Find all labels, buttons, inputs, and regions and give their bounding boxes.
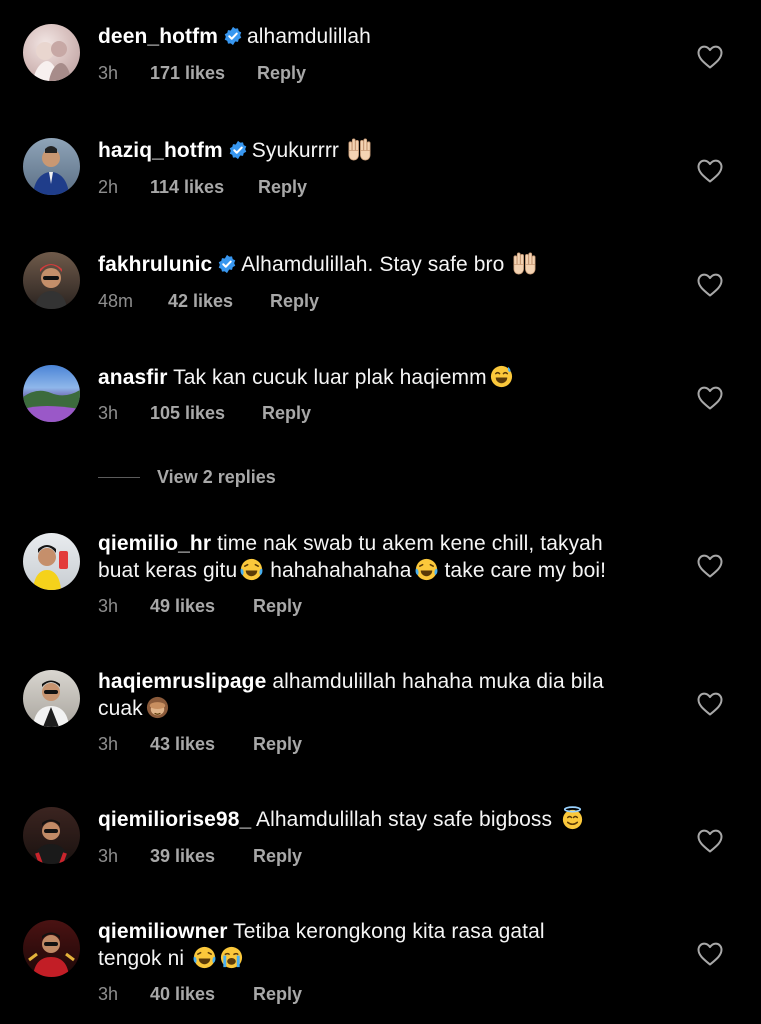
heart-outline-icon[interactable]	[697, 829, 723, 853]
comment-body: Alhamdulillah. Stay safe bro	[241, 253, 505, 276]
reply-button[interactable]: Reply	[253, 594, 302, 618]
comment-body: Tetiba kerongkong kita rasa gatal	[233, 920, 545, 943]
tears-of-joy-icon	[414, 557, 439, 582]
username[interactable]: qiemiliowner	[98, 920, 228, 943]
heart-outline-icon[interactable]	[697, 273, 723, 297]
comment-text: fakhrulunic Alhamdulillah. Stay safe bro	[98, 251, 668, 278]
comment-text: haqiemruslipage alhamdulillah hahaha muk…	[98, 668, 668, 722]
likes-count[interactable]: 171 likes	[150, 61, 225, 85]
timestamp: 3h	[98, 984, 119, 1004]
comment-body: alhamdulillah hahaha muka dia bila	[272, 670, 604, 693]
timestamp: 3h	[98, 846, 119, 866]
username[interactable]: haziq_hotfm	[98, 139, 223, 162]
avatar[interactable]	[23, 807, 80, 864]
timestamp: 3h	[98, 63, 119, 83]
avatar[interactable]	[23, 252, 80, 309]
likes-count[interactable]: 105 likes	[150, 401, 225, 425]
timestamp: 3h	[98, 403, 119, 423]
username[interactable]: haqiemruslipage	[98, 670, 266, 693]
comment-body: Tak kan cucuk luar plak haqiemm	[173, 366, 487, 389]
username[interactable]: qiemilio_hr	[98, 532, 211, 555]
likes-count[interactable]: 39 likes	[150, 844, 215, 868]
reply-button[interactable]: Reply	[262, 401, 311, 425]
timestamp: 2h	[98, 177, 119, 197]
likes-count[interactable]: 43 likes	[150, 732, 215, 756]
divider	[98, 477, 140, 478]
likes-count[interactable]: 49 likes	[150, 594, 215, 618]
likes-count[interactable]: 114 likes	[150, 175, 224, 199]
comment-body: Alhamdulillah stay safe bigboss	[256, 808, 553, 831]
comment-body: take care my boi!	[444, 559, 607, 582]
avatar[interactable]	[23, 365, 80, 422]
avatar[interactable]	[23, 920, 80, 977]
raised-hands-icon	[512, 251, 537, 276]
username[interactable]: anasfir	[98, 366, 168, 389]
timestamp: 48m	[98, 291, 134, 311]
loudly-crying-icon	[219, 945, 244, 970]
username[interactable]: fakhrulunic	[98, 253, 212, 276]
reply-button[interactable]: Reply	[270, 289, 319, 313]
comment-body: Syukurrrr	[251, 139, 340, 162]
avatar[interactable]	[23, 138, 80, 195]
verified-badge-icon	[217, 254, 237, 274]
verified-badge-icon	[228, 140, 248, 160]
comment-body: tengok ni	[98, 947, 185, 970]
likes-count[interactable]: 40 likes	[150, 982, 215, 1006]
username[interactable]: deen_hotfm	[98, 25, 218, 48]
smiling-halo-icon	[560, 806, 585, 831]
comment-body: cuak	[98, 697, 143, 720]
username[interactable]: qiemiliorise98_	[98, 808, 251, 831]
tears-of-joy-icon	[192, 945, 217, 970]
reply-button[interactable]: Reply	[253, 982, 302, 1006]
reply-button[interactable]: Reply	[253, 732, 302, 756]
comment-text: haziq_hotfm Syukurrrr	[98, 137, 668, 164]
view-replies-label[interactable]: View 2 replies	[157, 465, 276, 489]
likes-count[interactable]: 42 likes	[168, 289, 233, 313]
grinning-sweat-icon	[489, 364, 514, 389]
comment-text: qiemiliowner Tetiba kerongkong kita rasa…	[98, 918, 668, 972]
comment-text: deen_hotfm alhamdulillah	[98, 23, 668, 50]
avatar[interactable]	[23, 533, 80, 590]
comment-body: time nak swab tu akem kene chill, takyah	[217, 532, 603, 555]
tears-of-joy-icon	[239, 557, 264, 582]
avatar[interactable]	[23, 24, 80, 81]
comment-text: qiemilio_hr time nak swab tu akem kene c…	[98, 530, 668, 584]
heart-outline-icon[interactable]	[697, 942, 723, 966]
timestamp: 3h	[98, 734, 119, 754]
see-no-evil-monkey-icon	[145, 695, 170, 720]
heart-outline-icon[interactable]	[697, 159, 723, 183]
reply-button[interactable]: Reply	[258, 175, 307, 199]
timestamp: 3h	[98, 596, 119, 616]
comment-text: qiemiliorise98_ Alhamdulillah stay safe …	[98, 806, 668, 833]
heart-outline-icon[interactable]	[697, 45, 723, 69]
verified-badge-icon	[223, 26, 243, 46]
heart-outline-icon[interactable]	[697, 692, 723, 716]
comment-body: hahahahahaha	[270, 559, 412, 582]
raised-hands-icon	[347, 137, 372, 162]
reply-button[interactable]: Reply	[257, 61, 306, 85]
comment-body: buat keras gitu	[98, 559, 238, 582]
reply-button[interactable]: Reply	[253, 844, 302, 868]
avatar[interactable]	[23, 670, 80, 727]
heart-outline-icon[interactable]	[697, 386, 723, 410]
comment-text: anasfir Tak kan cucuk luar plak haqiemm	[98, 364, 668, 391]
comment-body: alhamdulillah	[247, 25, 371, 48]
heart-outline-icon[interactable]	[697, 554, 723, 578]
